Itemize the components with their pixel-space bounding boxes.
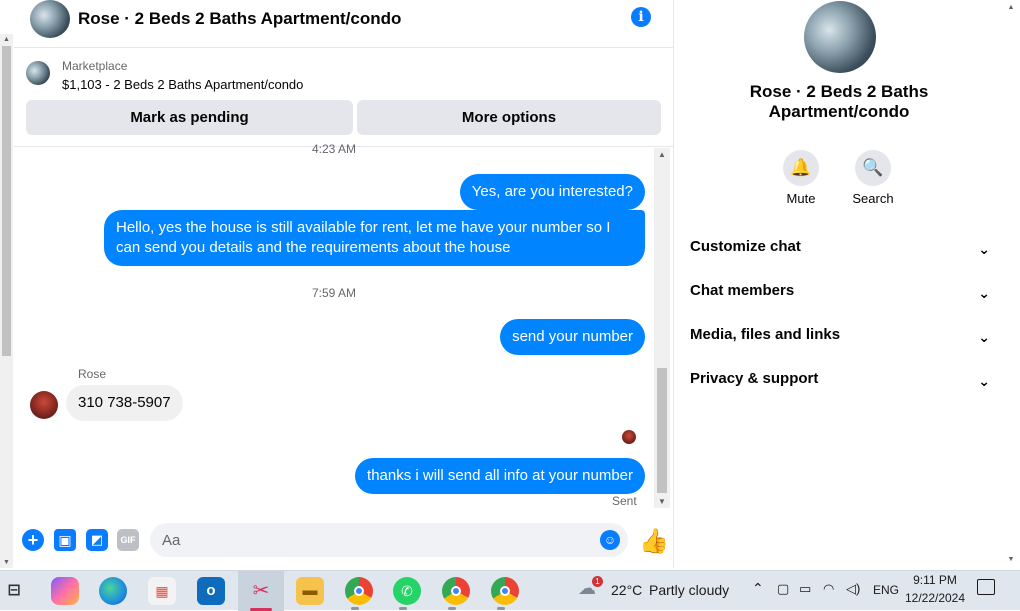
scroll-down-arrow[interactable]: ▼ <box>654 497 670 506</box>
info-icon[interactable]: i <box>631 7 651 27</box>
sticker-icon[interactable]: ◩ <box>86 529 108 551</box>
chevron-down-icon: ⌄ <box>978 373 990 389</box>
chrome-icon[interactable] <box>345 577 373 605</box>
chat-scrollbar[interactable]: ▲ ▼ <box>654 148 670 508</box>
chevron-down-icon: ⌄ <box>978 285 990 301</box>
chat-title[interactable]: Rose · 2 Beds 2 Baths Apartment/condo <box>78 9 401 29</box>
section-label: Privacy & support <box>690 370 819 387</box>
taskbar: ⊟ ▦ o ✂ ▬ ✆ <box>0 570 1020 611</box>
outlook-icon[interactable]: o <box>197 577 225 605</box>
snipping-tool-icon[interactable]: ✂ <box>247 577 275 605</box>
search-label: Search <box>852 191 894 206</box>
whatsapp-icon[interactable]: ✆ <box>393 577 421 605</box>
outgoing-message[interactable]: thanks i will send all info at your numb… <box>355 458 645 494</box>
listing-summary[interactable]: $1,103 - 2 Beds 2 Baths Apartment/condo <box>62 77 303 92</box>
section-label: Customize chat <box>690 238 801 255</box>
chat-info-panel: Rose · 2 Beds 2 Baths Apartment/condo 🔔 … <box>676 0 1002 568</box>
scroll-down-arrow[interactable]: ▼ <box>2 559 11 566</box>
chevron-up-icon[interactable]: ⌃ <box>752 580 764 597</box>
wifi-icon[interactable]: ◠ <box>823 581 834 597</box>
scrollbar-thumb[interactable] <box>2 46 11 356</box>
gif-icon[interactable]: GIF <box>117 529 139 551</box>
section-privacy-support[interactable]: Privacy & support ⌄ <box>690 369 990 413</box>
message-input[interactable] <box>150 523 628 557</box>
file-explorer-icon[interactable]: ▬ <box>296 577 324 605</box>
bell-icon[interactable]: 🔔 <box>783 150 819 186</box>
chat-header: Rose · 2 Beds 2 Baths Apartment/condo i <box>14 0 674 48</box>
notification-icon[interactable] <box>977 579 995 595</box>
weather-description[interactable]: Partly cloudy <box>649 582 729 598</box>
right-scrollbar[interactable]: ▲ ▼ <box>1002 0 1020 568</box>
chevron-down-icon: ⌄ <box>978 241 990 257</box>
mute-button[interactable]: 🔔 Mute <box>771 150 831 206</box>
outgoing-message[interactable]: send your number <box>500 319 645 355</box>
battery-icon[interactable]: ▭ <box>799 581 811 597</box>
chrome-profile-icon[interactable] <box>491 577 519 605</box>
mark-as-pending-button[interactable]: Mark as pending <box>26 100 353 135</box>
store-icon[interactable]: ▦ <box>148 577 176 605</box>
section-label: Chat members <box>690 282 795 299</box>
timestamp: 4:23 AM <box>311 142 357 156</box>
section-chat-members[interactable]: Chat members ⌄ <box>690 281 990 325</box>
outgoing-message[interactable]: Yes, are you interested? <box>459 174 645 210</box>
scroll-up-arrow[interactable]: ▲ <box>2 36 11 43</box>
page-scrollbar[interactable]: ▲ ▼ <box>0 34 13 568</box>
section-customize-chat[interactable]: Customize chat ⌄ <box>690 237 990 281</box>
clock-date[interactable]: 12/22/2024 <box>904 591 966 605</box>
scroll-down-arrow[interactable]: ▼ <box>1002 556 1020 563</box>
info-title: Rose · 2 Beds 2 Baths Apartment/condo <box>749 82 929 121</box>
listing-avatar[interactable] <box>30 0 70 38</box>
emoji-icon[interactable]: ☺ <box>600 530 620 550</box>
marketplace-label: Marketplace <box>62 59 128 73</box>
search-icon[interactable]: 🔍 <box>855 150 891 186</box>
edge-icon[interactable] <box>99 577 127 605</box>
weather-badge: 1 <box>592 576 603 587</box>
scroll-up-arrow[interactable]: ▲ <box>654 150 670 159</box>
listing-thumbnail[interactable] <box>26 61 50 85</box>
thumbs-up-icon[interactable]: 👍 <box>639 527 669 556</box>
copilot-icon[interactable] <box>51 577 79 605</box>
section-label: Media, files and links <box>690 326 841 343</box>
chrome-profile-icon[interactable] <box>442 577 470 605</box>
more-options-button[interactable]: More options <box>357 100 661 135</box>
mute-label: Mute <box>786 191 816 206</box>
section-media-files-links[interactable]: Media, files and links ⌄ <box>690 325 990 369</box>
timestamp: 7:59 AM <box>311 286 357 300</box>
sender-name: Rose <box>78 367 107 381</box>
message-status: Sent <box>612 494 637 508</box>
listing-avatar[interactable] <box>804 1 876 73</box>
seen-indicator-avatar <box>622 430 636 444</box>
incoming-message[interactable]: 310 738-5907 <box>66 385 183 421</box>
scrollbar-thumb[interactable] <box>657 368 667 493</box>
scroll-up-arrow[interactable]: ▲ <box>1002 4 1020 11</box>
meet-icon[interactable]: ▢ <box>777 581 789 597</box>
language-indicator[interactable]: ENG <box>873 583 899 597</box>
plus-icon[interactable]: + <box>22 529 44 551</box>
volume-icon[interactable]: ◁) <box>846 581 860 597</box>
image-icon[interactable]: ▣ <box>54 529 76 551</box>
search-button[interactable]: 🔍 Search <box>843 150 903 206</box>
chevron-down-icon: ⌄ <box>978 329 990 345</box>
outgoing-message[interactable]: Hello, yes the house is still available … <box>104 210 645 266</box>
clock-time[interactable]: 9:11 PM <box>904 573 966 587</box>
task-view-icon[interactable]: ⊟ <box>4 577 24 605</box>
chat-panel: Rose · 2 Beds 2 Baths Apartment/condo i … <box>14 0 674 568</box>
weather-temperature[interactable]: 22°C <box>611 582 642 598</box>
sender-avatar[interactable] <box>30 391 58 419</box>
